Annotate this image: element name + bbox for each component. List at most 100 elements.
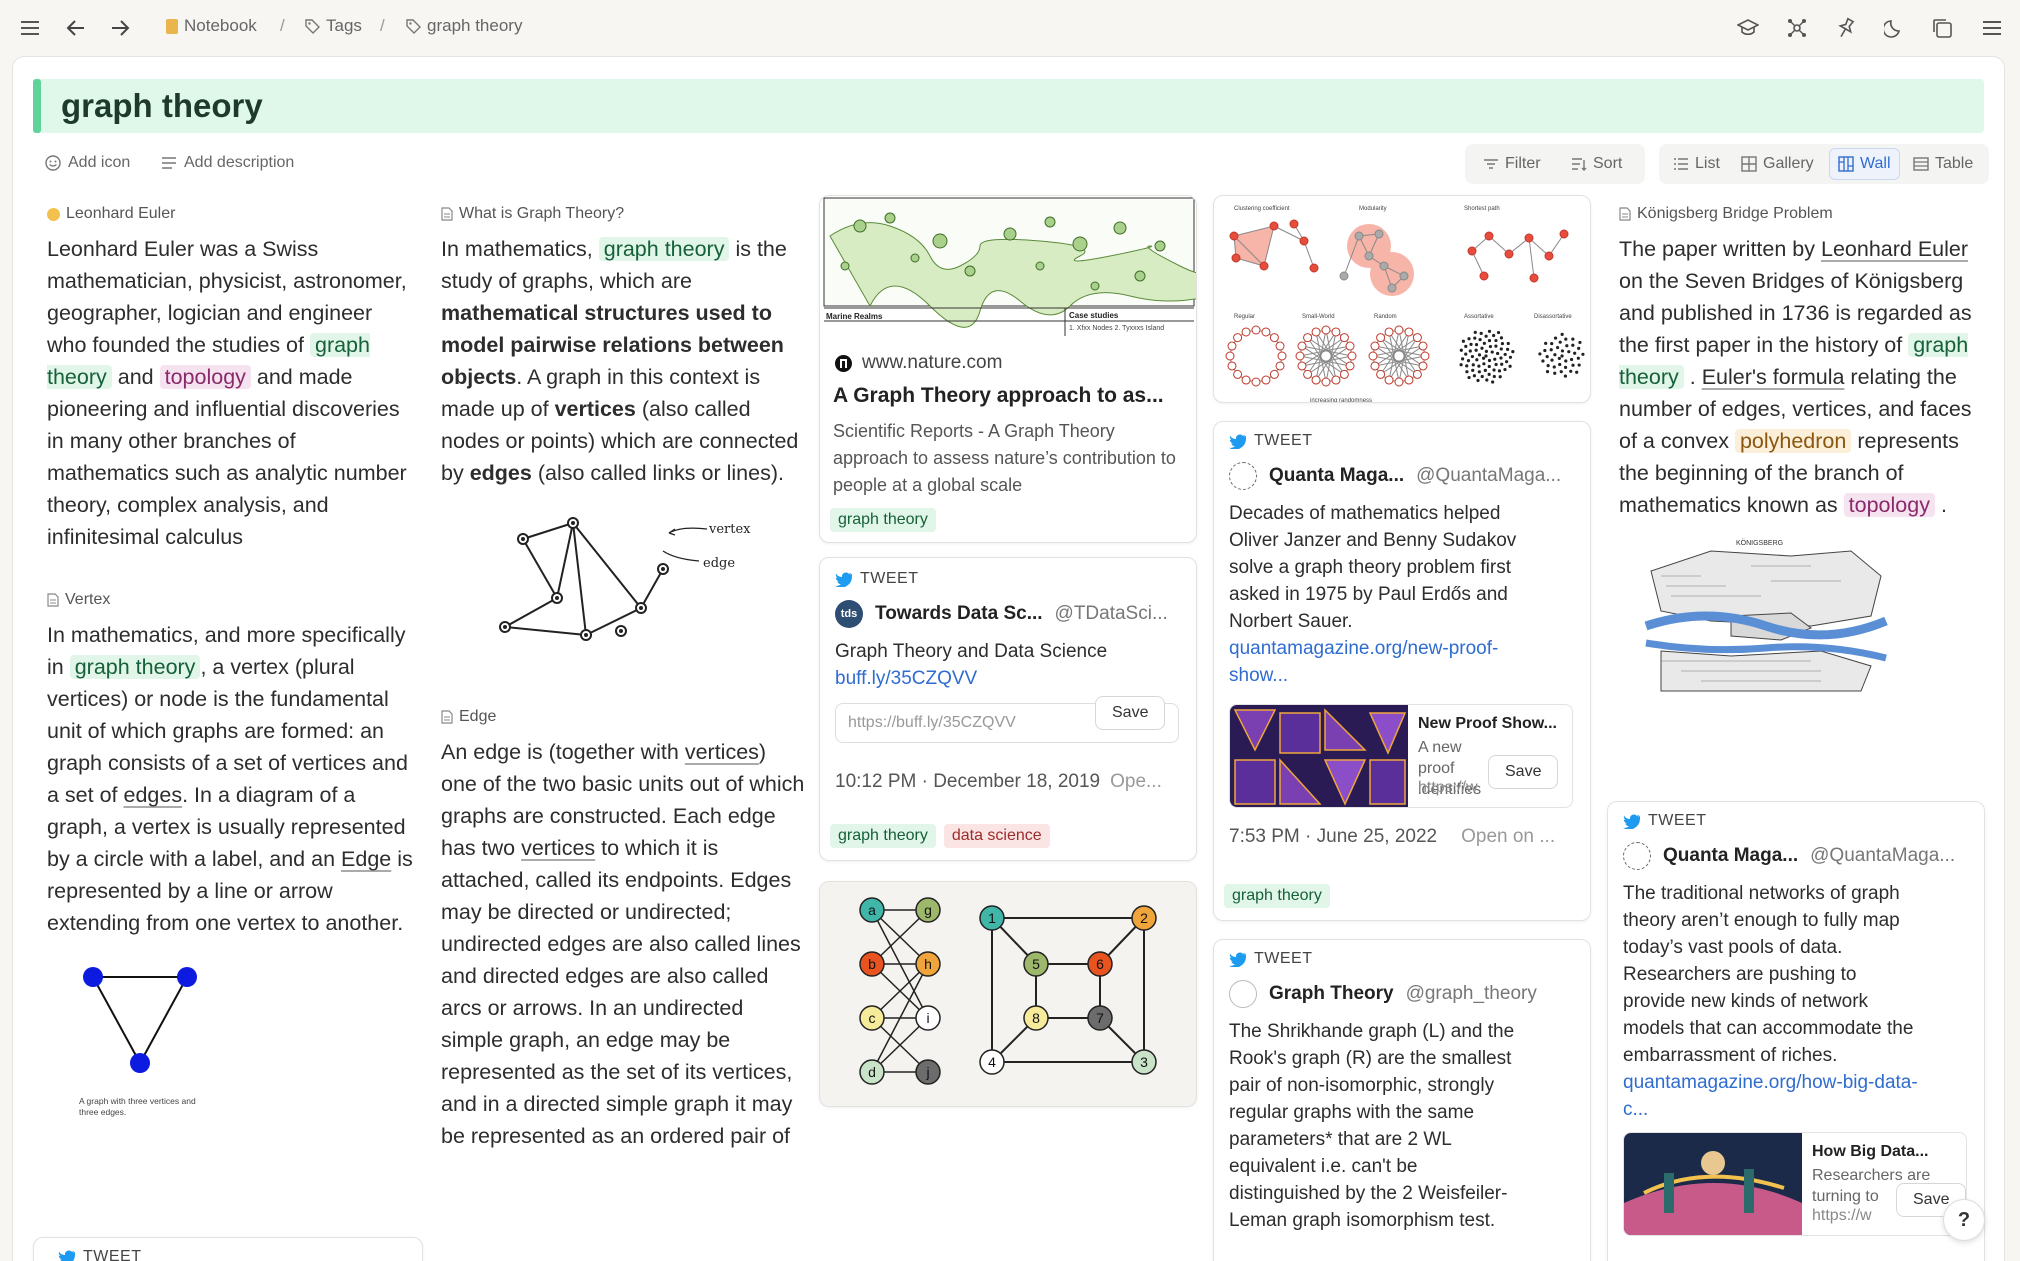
web-clip-card[interactable]: Marine Realms Case studies 1. Xfxx Nodes… — [819, 195, 1197, 543]
tweet-author[interactable]: Towards Data Sc... — [875, 603, 1043, 625]
save-button[interactable]: Save — [1488, 755, 1559, 789]
link[interactable]: edges — [124, 783, 183, 807]
tweet-text: Decades of mathematics helped Oliver Jan… — [1229, 503, 1517, 686]
table-label: Table — [1935, 155, 1974, 172]
figure-label: Shortest path — [1464, 206, 1500, 212]
add-description-button[interactable]: Add description — [161, 154, 294, 172]
bipartite-cube-graphs: a b c d g h i j 1 2 3 4 5 6 7 8 — [859, 897, 1157, 1085]
graph-node-label: h — [924, 956, 932, 972]
table-view-button[interactable]: Table — [1905, 148, 1981, 180]
tweet-card[interactable]: TWEET Quanta Maga... @QuantaMaga... The … — [1607, 801, 1985, 1261]
back-icon[interactable] — [62, 14, 90, 42]
figure-label: Regular — [1234, 314, 1255, 320]
pin-icon[interactable] — [1832, 14, 1860, 42]
avatar[interactable]: tds — [835, 600, 863, 628]
page-title[interactable]: graph theory — [61, 87, 263, 125]
filter-icon — [1484, 159, 1498, 169]
wall-label: Wall — [1860, 155, 1891, 172]
tag-chip[interactable]: graph theory — [598, 237, 730, 261]
save-button[interactable]: Save — [1095, 696, 1166, 730]
sort-label: Sort — [1593, 155, 1623, 172]
tweet-card[interactable]: TWEET Quanta Maga... @QuantaMaga... Deca… — [1213, 421, 1591, 921]
tag-chip[interactable]: data science — [943, 824, 1050, 848]
tweet-time: 10:12 PM · December 18, 2019 — [835, 771, 1101, 792]
gallery-view-button[interactable]: Gallery — [1733, 148, 1822, 180]
figure-label: increasing randomness — [1310, 398, 1372, 403]
note-heading[interactable]: Edge — [441, 708, 807, 726]
note-heading-label: Vertex — [65, 591, 111, 608]
link[interactable]: vertices — [685, 740, 759, 764]
note-heading[interactable]: Königsberg Bridge Problem — [1619, 205, 1983, 223]
add-icon-button[interactable]: Add icon — [45, 154, 130, 172]
tag-chip[interactable]: polyhedron — [1734, 429, 1852, 453]
tweet-handle[interactable]: @QuantaMaga... — [1810, 845, 1955, 867]
note-heading[interactable]: Leonhard Euler — [47, 205, 413, 223]
open-link[interactable]: Open on ... — [1461, 826, 1555, 848]
tweet-link[interactable]: quantamagazine.org/new-proof-show... — [1229, 638, 1498, 686]
graph-node-label: d — [868, 1064, 876, 1080]
avatar[interactable] — [1229, 462, 1257, 490]
list-view-button[interactable]: List — [1665, 148, 1728, 180]
preview-image — [1624, 1133, 1802, 1235]
tag-chip[interactable]: graph theory — [830, 824, 936, 848]
link-preview[interactable]: How Big Data... Researchers are turning … — [1623, 1132, 1967, 1236]
note-heading[interactable]: What is Graph Theory? — [441, 205, 807, 223]
graph-node-label: 8 — [1032, 1010, 1040, 1026]
menu-icon[interactable] — [16, 14, 44, 42]
tweet-handle[interactable]: @QuantaMaga... — [1416, 465, 1561, 487]
tweet-link[interactable]: buff.ly/35CZQVV — [835, 665, 1185, 692]
tag-chip[interactable]: topology — [159, 365, 251, 389]
tweet-card[interactable]: TWEET tds Towards Data Sc... @TDataSci..… — [819, 557, 1197, 861]
more-icon[interactable] — [1978, 14, 2006, 42]
breadcrumb-tags[interactable]: Tags — [305, 16, 362, 36]
main-panel: graph theory Add icon Add description Fi… — [12, 56, 2005, 1261]
link[interactable]: Euler's formula — [1702, 365, 1845, 389]
tweet-author[interactable]: Quanta Maga... — [1663, 845, 1798, 867]
tweet-handle[interactable]: @TDataSci... — [1055, 603, 1168, 625]
forward-icon[interactable] — [106, 14, 134, 42]
tweet-handle[interactable]: @graph_theory — [1406, 983, 1537, 1005]
sort-button[interactable]: Sort — [1563, 148, 1630, 180]
moon-icon[interactable] — [1880, 14, 1908, 42]
note-heading[interactable]: Vertex — [47, 591, 413, 609]
wall-icon — [1838, 156, 1854, 172]
breadcrumb-tags-label: Tags — [326, 16, 362, 35]
link-preview[interactable]: New Proof Show... A new proof identifies… — [1229, 704, 1573, 808]
image-card[interactable]: Clustering coefficient Modularity Shortest… — [1213, 195, 1591, 403]
tweet-link[interactable]: quantamagazine.org/how-big-data-c... — [1623, 1072, 1918, 1120]
breadcrumb-current[interactable]: graph theory — [406, 16, 522, 36]
tag-chip[interactable]: graph theory — [69, 655, 201, 679]
triangle-graph — [83, 967, 197, 1073]
tag-chip[interactable]: graph theory — [830, 508, 936, 532]
twitter-icon — [58, 1250, 75, 1261]
graduation-icon[interactable] — [1734, 14, 1762, 42]
tweet-label: TWEET — [1229, 950, 1313, 968]
open-link[interactable]: Ope... — [1110, 771, 1162, 793]
twitter-icon — [1623, 814, 1640, 829]
clip-title[interactable]: A Graph Theory approach to as... — [833, 384, 1189, 408]
title-accent — [33, 79, 41, 133]
tag-chip[interactable]: graph theory — [1224, 884, 1330, 908]
preview-url: https://w — [1418, 779, 1478, 796]
link[interactable]: Leonhard Euler — [1821, 237, 1968, 261]
tweet-author[interactable]: Quanta Maga... — [1269, 465, 1404, 487]
tweet-author[interactable]: Graph Theory — [1269, 983, 1394, 1005]
filter-button[interactable]: Filter — [1475, 148, 1549, 180]
image-card[interactable]: a b c d g h i j 1 2 3 4 5 6 7 8 — [819, 881, 1197, 1107]
list-label: List — [1695, 155, 1720, 172]
tweet-card[interactable]: TWEET — [33, 1237, 423, 1261]
avatar[interactable] — [1623, 842, 1651, 870]
link[interactable]: Edge — [341, 847, 391, 871]
help-button[interactable]: ? — [1943, 1199, 1985, 1241]
network-icon[interactable] — [1783, 14, 1811, 42]
tweet-card[interactable]: TWEET Graph Theory @graph_theory The Shr… — [1213, 939, 1591, 1261]
link[interactable]: vertices — [521, 836, 595, 860]
avatar[interactable] — [1229, 980, 1257, 1008]
wall-view-button[interactable]: Wall — [1829, 148, 1900, 180]
figure-label: Clustering coefficient — [1234, 206, 1290, 212]
copy-icon[interactable] — [1928, 14, 1956, 42]
tweet-time: 7:53 PM · June 25, 2022 — [1229, 826, 1438, 847]
clip-domain[interactable]: www.nature.com — [862, 352, 1002, 374]
breadcrumb-notebook[interactable]: Notebook — [166, 16, 257, 36]
tag-chip[interactable]: topology — [1843, 493, 1935, 517]
